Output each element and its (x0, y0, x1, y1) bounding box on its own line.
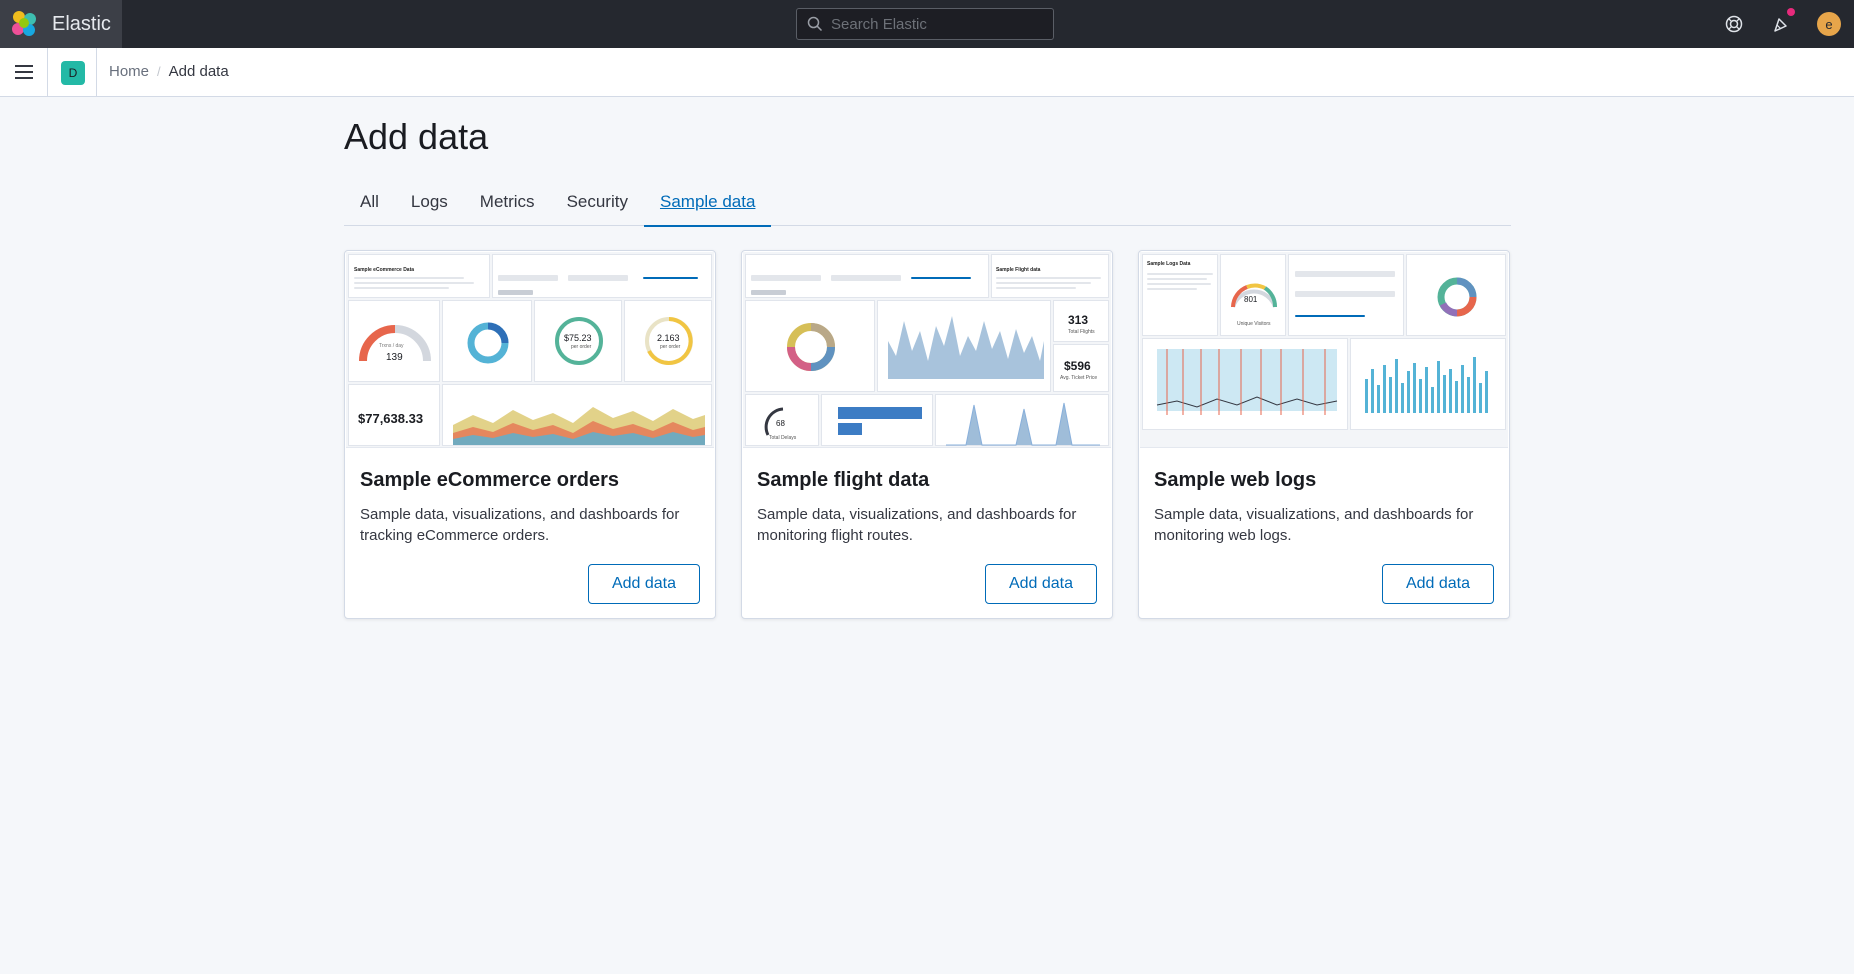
global-header: Elastic Search Elastic e (0, 0, 1854, 48)
flight-area-chart (888, 316, 1044, 379)
add-ecommerce-data-button[interactable]: Add data (588, 564, 700, 604)
card-flights: Sample Flight data 313 Total Flights $59… (741, 250, 1113, 619)
page-title: Add data (344, 116, 489, 157)
home-link[interactable]: Elastic (0, 0, 122, 48)
divider (96, 48, 97, 96)
tab-metrics[interactable]: Metrics (464, 186, 551, 226)
brand-name: Elastic (52, 12, 111, 35)
ecommerce-dashboard-thumbnail: Sample eCommerce Data Trxns / day 139 $7… (346, 252, 714, 448)
breadcrumb: Home / Add data (109, 63, 229, 80)
card-title: Sample web logs (1154, 469, 1317, 491)
space-selector[interactable]: D (61, 61, 85, 85)
thumb-markdown-title: Sample Logs Data (1147, 261, 1191, 267)
search-placeholder: Search Elastic (831, 15, 927, 33)
breadcrumb-current: Add data (168, 63, 229, 80)
card-description: Sample data, visualizations, and dashboa… (1154, 506, 1474, 544)
help-icon[interactable] (1722, 12, 1746, 36)
flights-dashboard-thumbnail: Sample Flight data 313 Total Flights $59… (743, 252, 1111, 448)
user-avatar[interactable]: e (1817, 12, 1841, 36)
elastic-logo-icon (12, 11, 38, 37)
tab-sample-data[interactable]: Sample data (643, 186, 772, 227)
search-icon (807, 16, 823, 32)
visitors-bar-chart (1365, 357, 1488, 413)
card-title: Sample eCommerce orders (360, 469, 620, 491)
logs-dashboard-thumbnail: Sample Logs Data 801 Unique Visitors (1140, 252, 1508, 448)
tab-bar: All Logs Metrics Security Sample data (344, 186, 1511, 227)
add-web-logs-data-button[interactable]: Add data (1382, 564, 1494, 604)
tab-security[interactable]: Security (551, 186, 644, 226)
card-description: Sample data, visualizations, and dashboa… (757, 506, 1077, 544)
menu-toggle-button[interactable] (0, 48, 48, 96)
notification-badge (1787, 8, 1795, 16)
sample-data-cards: Sample eCommerce Data Trxns / day 139 $7… (344, 250, 1535, 619)
response-codes-chart (1156, 349, 1338, 415)
breadcrumb-separator: / (157, 64, 161, 79)
gauge-chart (359, 325, 431, 362)
breadcrumb-bar: D Home / Add data (0, 48, 1854, 97)
card-description: Sample data, visualizations, and dashboa… (360, 506, 680, 544)
thumb-markdown-title: Sample Flight data (996, 267, 1041, 273)
tab-all[interactable]: All (344, 186, 395, 226)
card-ecommerce: Sample eCommerce Data Trxns / day 139 $7… (344, 250, 716, 619)
area-chart (453, 407, 705, 445)
add-flights-data-button[interactable]: Add data (985, 564, 1097, 604)
thumb-markdown-title: Sample eCommerce Data (354, 267, 415, 273)
card-title: Sample flight data (757, 469, 930, 491)
hamburger-icon (14, 65, 33, 79)
card-web-logs: Sample Logs Data 801 Unique Visitors Sam… (1138, 250, 1510, 619)
search-input[interactable]: Search Elastic (796, 8, 1054, 40)
breadcrumb-home[interactable]: Home (109, 63, 149, 80)
tab-logs[interactable]: Logs (395, 186, 464, 226)
